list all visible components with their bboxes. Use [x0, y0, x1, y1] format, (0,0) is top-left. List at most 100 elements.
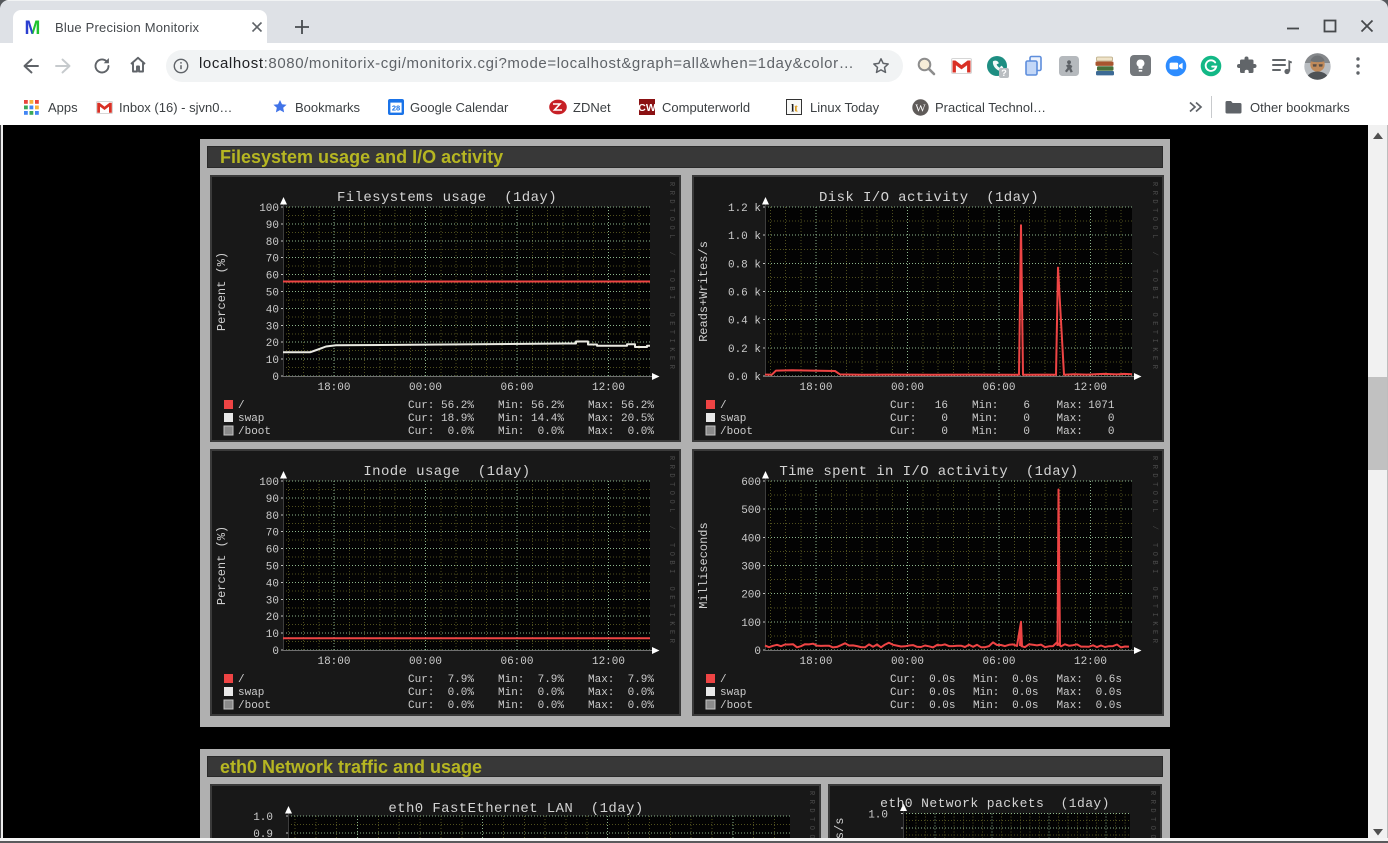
svg-text:Max:: Max:	[588, 426, 614, 438]
svg-text:0.4 k: 0.4 k	[728, 316, 761, 328]
svg-text:/boot: /boot	[238, 700, 271, 712]
svg-text:Min:: Min:	[498, 700, 524, 712]
svg-text:30: 30	[266, 321, 279, 333]
svg-text:Inode usage (1day): Inode usage (1day)	[363, 464, 530, 480]
svg-text:06:00: 06:00	[982, 656, 1015, 668]
svg-text:18:00: 18:00	[317, 382, 350, 394]
svg-text:00:00: 00:00	[891, 382, 924, 394]
svg-text:7.9%: 7.9%	[448, 674, 475, 686]
svg-text:Reads+Writes/s: Reads+Writes/s	[697, 241, 711, 342]
svg-text:/boot: /boot	[720, 426, 753, 438]
svg-text:10: 10	[266, 355, 279, 367]
svg-text:7.9%: 7.9%	[628, 674, 655, 686]
svg-text:Min:: Min:	[972, 400, 998, 412]
svg-text:0.0%: 0.0%	[448, 426, 475, 438]
svg-text:/: /	[720, 674, 727, 686]
svg-text:Cur:: Cur:	[408, 413, 434, 425]
svg-text:70: 70	[266, 528, 279, 540]
svg-text:Cur:: Cur:	[890, 687, 916, 699]
svg-text:/boot: /boot	[720, 700, 753, 712]
svg-text:20.5%: 20.5%	[621, 413, 654, 425]
svg-text:56.2%: 56.2%	[441, 400, 474, 412]
svg-text:00:00: 00:00	[409, 382, 442, 394]
svg-text:60: 60	[266, 545, 279, 557]
svg-text:40: 40	[266, 578, 279, 590]
svg-text:100: 100	[259, 477, 279, 489]
svg-text:20: 20	[266, 612, 279, 624]
svg-text:0.6s: 0.6s	[1096, 674, 1122, 686]
svg-text:0.0%: 0.0%	[538, 687, 565, 699]
svg-text:Percent (%): Percent (%)	[215, 252, 229, 331]
svg-text:0: 0	[941, 426, 948, 438]
svg-text:7.9%: 7.9%	[538, 674, 565, 686]
svg-text:20: 20	[266, 338, 279, 350]
svg-text:Min:: Min:	[973, 700, 999, 712]
svg-text:80: 80	[266, 511, 279, 523]
svg-text:RRDTOOL / TOBI OETIKER: RRDTOOL / TOBI OETIKER	[667, 456, 675, 647]
svg-text:/: /	[720, 400, 727, 412]
svg-text:100: 100	[259, 203, 279, 215]
svg-text:Percent (%): Percent (%)	[215, 526, 229, 605]
svg-text:Max:: Max:	[588, 400, 614, 412]
svg-text:56.2%: 56.2%	[531, 400, 564, 412]
svg-text:Min:: Min:	[973, 687, 999, 699]
svg-text:0: 0	[1108, 426, 1115, 438]
svg-text:Cur:: Cur:	[408, 687, 434, 699]
svg-text:0: 0	[941, 413, 948, 425]
svg-text:1.2 k: 1.2 k	[728, 203, 761, 215]
svg-text:Min:: Min:	[498, 426, 524, 438]
svg-text:Milliseconds: Milliseconds	[697, 522, 711, 608]
svg-text:1071: 1071	[1088, 400, 1115, 412]
svg-text:Cur:: Cur:	[890, 400, 916, 412]
svg-text:/boot: /boot	[238, 426, 271, 438]
svg-text:100: 100	[741, 618, 761, 630]
svg-text:0.0s: 0.0s	[929, 674, 955, 686]
svg-text:18:00: 18:00	[799, 656, 832, 668]
svg-text:Cur:: Cur:	[890, 426, 916, 438]
svg-text:Min:: Min:	[498, 400, 524, 412]
svg-text:Max:: Max:	[588, 700, 614, 712]
svg-text:0.0%: 0.0%	[628, 700, 655, 712]
svg-text:56.2%: 56.2%	[621, 400, 654, 412]
svg-text:/: /	[238, 400, 245, 412]
svg-text:swap: swap	[720, 687, 746, 699]
svg-text:500: 500	[741, 505, 761, 517]
svg-text:Cur:: Cur:	[408, 700, 434, 712]
svg-text:Min:: Min:	[498, 687, 524, 699]
svg-text:Max:: Max:	[588, 413, 614, 425]
svg-text:1.0: 1.0	[253, 812, 273, 824]
svg-text:/: /	[238, 674, 245, 686]
svg-text:400: 400	[741, 533, 761, 545]
svg-text:Max:: Max:	[1057, 674, 1083, 686]
svg-text:lt: lt	[791, 103, 798, 115]
svg-text:0.0%: 0.0%	[538, 700, 565, 712]
svg-text:0: 0	[272, 646, 279, 658]
svg-text:0.6 k: 0.6 k	[728, 288, 761, 300]
svg-text:0: 0	[754, 646, 761, 658]
svg-text:0: 0	[1108, 413, 1115, 425]
svg-text:Cur:: Cur:	[408, 674, 434, 686]
svg-text:0.0%: 0.0%	[448, 687, 475, 699]
svg-text:Disk I/O activity (1day): Disk I/O activity (1day)	[819, 190, 1039, 206]
svg-text:Time spent in I/O activity (1: Time spent in I/O activity (1day)	[779, 464, 1078, 480]
svg-text:Min:: Min:	[972, 426, 998, 438]
svg-text:Min:: Min:	[973, 674, 999, 686]
svg-text:28: 28	[392, 104, 400, 113]
svg-text:Max:: Max:	[1057, 426, 1083, 438]
svg-text:Cur:: Cur:	[408, 400, 434, 412]
svg-text:06:00: 06:00	[982, 382, 1015, 394]
svg-text:swap: swap	[238, 687, 264, 699]
svg-text:10: 10	[266, 629, 279, 641]
svg-text:600: 600	[741, 477, 761, 489]
svg-text:0.0s: 0.0s	[1096, 700, 1122, 712]
svg-text:0.0s: 0.0s	[1012, 674, 1038, 686]
svg-text:6: 6	[1023, 400, 1030, 412]
svg-text:12:00: 12:00	[592, 656, 625, 668]
svg-text:0.0%: 0.0%	[538, 426, 565, 438]
svg-text:50: 50	[266, 288, 279, 300]
svg-text:Max:: Max:	[1057, 400, 1083, 412]
svg-text:90: 90	[266, 494, 279, 506]
svg-text:16: 16	[935, 400, 948, 412]
svg-text:0: 0	[1023, 413, 1030, 425]
svg-text:Cur:: Cur:	[408, 426, 434, 438]
